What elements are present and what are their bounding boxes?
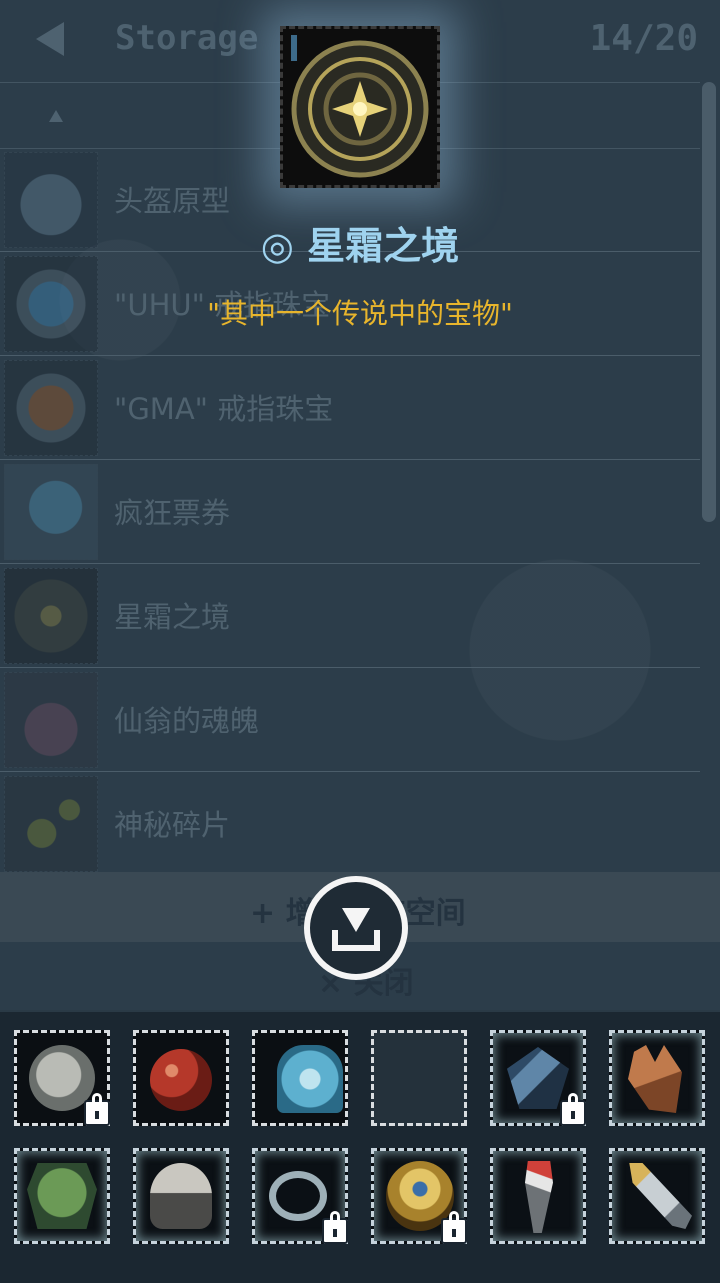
item-name: 疯狂票券 [114, 496, 231, 530]
starfrost-realm-large-icon [280, 26, 440, 188]
sort-arrow-icon[interactable] [49, 110, 63, 122]
starfrost-realm-icon [4, 568, 98, 664]
ring-icon [269, 1171, 327, 1221]
inventory-slot[interactable] [609, 1030, 705, 1126]
blue-potion-icon [277, 1045, 343, 1113]
inventory-slot[interactable] [371, 1148, 467, 1244]
popup-item-description: "其中一个传说中的宝物" [207, 297, 513, 330]
inventory-slot-empty[interactable] [371, 1030, 467, 1126]
spiked-armor-icon [507, 1047, 569, 1109]
gma-ring-jewel-icon [4, 360, 98, 456]
red-potion-icon [150, 1049, 212, 1111]
item-name: 星霜之境 [114, 600, 231, 634]
inventory-slot[interactable] [252, 1148, 348, 1244]
crazy-ticket-icon [4, 464, 98, 560]
page-title: Storage [115, 18, 259, 58]
inventory-slot[interactable] [490, 1030, 586, 1126]
torch-icon [525, 1161, 553, 1233]
download-arrow-icon [342, 908, 370, 932]
inventory-slot[interactable] [490, 1148, 586, 1244]
mysterious-fragment-icon [4, 776, 98, 872]
horn-icon [629, 1163, 692, 1229]
item-name: 头盔原型 [114, 184, 231, 218]
list-item[interactable]: "GMA" 戒指珠宝 [0, 356, 700, 460]
inventory-slot[interactable] [252, 1030, 348, 1126]
item-name: 神秘碎片 [114, 808, 231, 842]
list-item[interactable]: 仙翁的魂魄 [0, 668, 700, 772]
popup-item-name: ◎ 星霜之境 [260, 224, 460, 268]
helmet-icon [150, 1163, 212, 1229]
inventory-slot[interactable] [609, 1148, 705, 1244]
item-name: "GMA" 戒指珠宝 [114, 392, 334, 426]
lock-icon [322, 1211, 348, 1244]
inventory-bar [0, 1010, 720, 1283]
inventory-slot[interactable] [133, 1148, 229, 1244]
back-arrow-icon[interactable] [36, 22, 64, 56]
inventory-slot[interactable] [14, 1148, 110, 1244]
storage-count: 14/20 [589, 18, 698, 59]
list-item[interactable]: 疯狂票券 [0, 460, 700, 564]
lock-icon [560, 1093, 586, 1126]
lock-icon [84, 1093, 110, 1126]
list-item[interactable]: 神秘碎片 [0, 772, 700, 876]
download-button[interactable] [304, 876, 408, 980]
inventory-slot[interactable] [14, 1030, 110, 1126]
glove-icon [628, 1045, 682, 1113]
lock-icon [441, 1211, 467, 1244]
sage-soul-icon [4, 672, 98, 768]
green-armor-icon [27, 1163, 97, 1229]
inventory-slot[interactable] [133, 1030, 229, 1126]
item-name: 仙翁的魂魄 [114, 704, 260, 738]
list-item[interactable]: 星霜之境 [0, 564, 700, 668]
